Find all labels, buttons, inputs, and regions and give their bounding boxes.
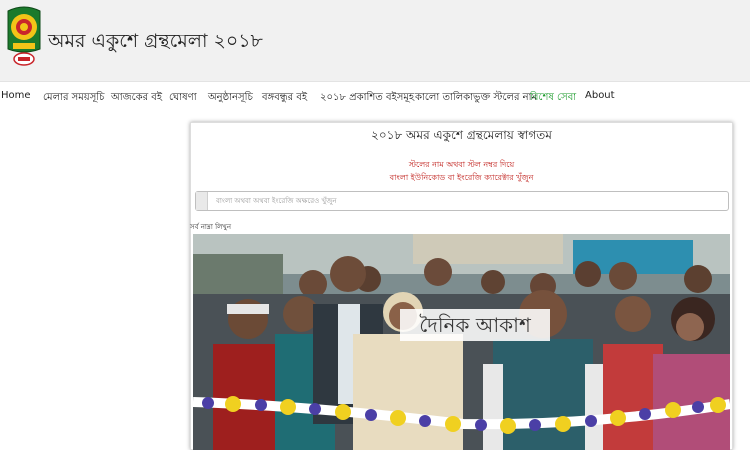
nav-item-schedule[interactable]: মেলার সময়সূচি	[43, 90, 105, 107]
fair-emblem-icon[interactable]	[4, 5, 44, 69]
search-addon	[196, 192, 208, 210]
nav-item-home[interactable]: Home	[1, 90, 31, 101]
nav-item-about[interactable]: About	[585, 90, 615, 101]
nav-item-announcements[interactable]: ঘোষণা	[169, 90, 197, 107]
nav-item-todays-books[interactable]: আজকের বই	[111, 90, 162, 107]
nav-item-events[interactable]: অনুষ্ঠানসূচি	[208, 90, 253, 107]
nav-item-published-2018[interactable]: ২০১৮ প্রকাশিত বইসমূহ	[320, 90, 414, 107]
nav-item-bangabandhu-books[interactable]: বঙ্গবন্ধুর বই	[262, 90, 307, 107]
welcome-heading: ২০১৮ অমর একুশে গ্রন্থমেলায় স্বাগতম	[371, 128, 552, 142]
watermark-text: দৈনিক আকাশ	[419, 313, 531, 337]
recent-label: সর্ব নাম্না লিখুন	[190, 223, 232, 231]
nav-item-special-service[interactable]: বিশেষ সেবা	[530, 90, 576, 107]
newspaper-watermark: দৈনিক আকাশ	[400, 309, 550, 341]
nav-item-blacklisted-stalls[interactable]: কালো তালিকাভুক্ত স্টলের নাম	[415, 90, 537, 107]
site-header: অমর একুশে গ্রন্থমেলা ২০১৮	[0, 0, 750, 82]
search-hint-line-2: বাংলা ইউনিকোড বা ইংরেজি ক্যারেক্টার খুঁজ…	[389, 173, 534, 182]
search-box	[195, 191, 729, 211]
inauguration-photo	[193, 234, 730, 450]
search-hint-line-1: স্টলের নাম অথবা স্টল নম্বর দিয়ে	[408, 160, 515, 169]
main-nav: Home মেলার সময়সূচি আজকের বই ঘোষণা অনুষ্…	[0, 88, 750, 106]
site-title[interactable]: অমর একুশে গ্রন্থমেলা ২০১৮	[48, 27, 263, 59]
stall-search-input[interactable]	[210, 193, 725, 209]
